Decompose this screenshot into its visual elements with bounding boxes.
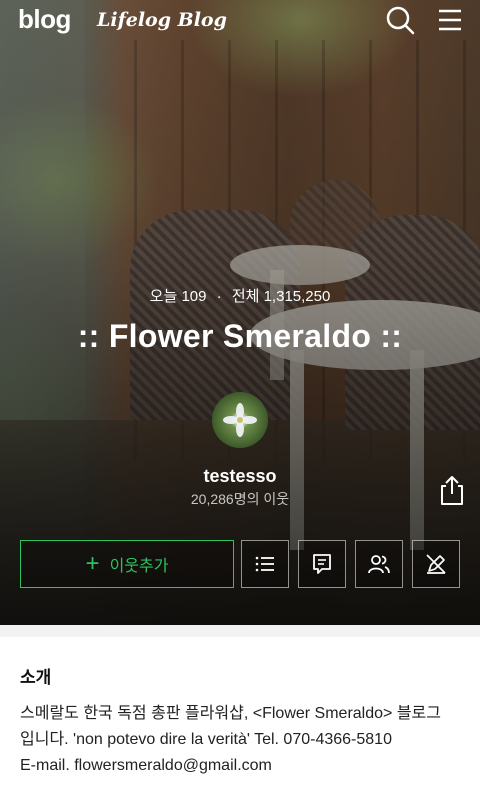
avatar[interactable] <box>212 392 268 448</box>
top-bar: blog Lifelog Blog <box>0 0 480 44</box>
visitor-stats: 오늘 109 · 전체 1,315,250 <box>149 288 331 305</box>
total-count: 1,315,250 <box>263 288 331 305</box>
blog-title: :: Flower Smeraldo :: <box>77 318 403 354</box>
intro-line: 스메랄도 한국 독점 총판 플라워샵, <Flower Smeraldo> 블로… <box>20 705 441 722</box>
neighbor-count[interactable]: 20,286명의 이웃 <box>0 489 480 509</box>
add-neighbor-label: 이웃추가 <box>109 558 169 575</box>
guestbook-button[interactable] <box>298 540 346 588</box>
intro-line: 입니다. 'non potevo dire la verità' Tel. 07… <box>20 731 392 748</box>
intro-body: 스메랄도 한국 독점 총판 플라워샵, <Flower Smeraldo> 블로… <box>20 701 470 779</box>
blog-logo[interactable]: blog <box>18 4 71 35</box>
intro-section: 소개 스메랄도 한국 독점 총판 플라워샵, <Flower Smeraldo>… <box>0 637 480 785</box>
intro-title: 소개 <box>20 668 52 687</box>
hamburger-menu-icon[interactable] <box>436 6 464 34</box>
plus-icon: + <box>85 550 100 577</box>
intro-line: E-mail. flowersmeraldo@gmail.com <box>20 757 272 774</box>
lifelog-blog-logo[interactable]: Lifelog Blog <box>97 9 227 31</box>
neighbors-button[interactable] <box>355 540 403 588</box>
no-edit-icon <box>426 554 446 574</box>
today-count: 109 <box>181 288 207 305</box>
post-list-button[interactable] <box>241 540 289 588</box>
nickname[interactable]: testesso <box>0 466 480 487</box>
share-icon[interactable] <box>438 474 466 506</box>
search-icon[interactable] <box>384 4 416 36</box>
message-icon <box>313 554 331 574</box>
no-edit-button[interactable] <box>412 540 460 588</box>
list-icon <box>255 556 274 572</box>
cover-image <box>0 0 480 625</box>
people-icon <box>368 555 390 574</box>
add-neighbor-button[interactable]: + 이웃추가 <box>20 540 234 588</box>
today-label: 오늘 <box>149 288 178 305</box>
total-label: 전체 <box>231 288 260 305</box>
